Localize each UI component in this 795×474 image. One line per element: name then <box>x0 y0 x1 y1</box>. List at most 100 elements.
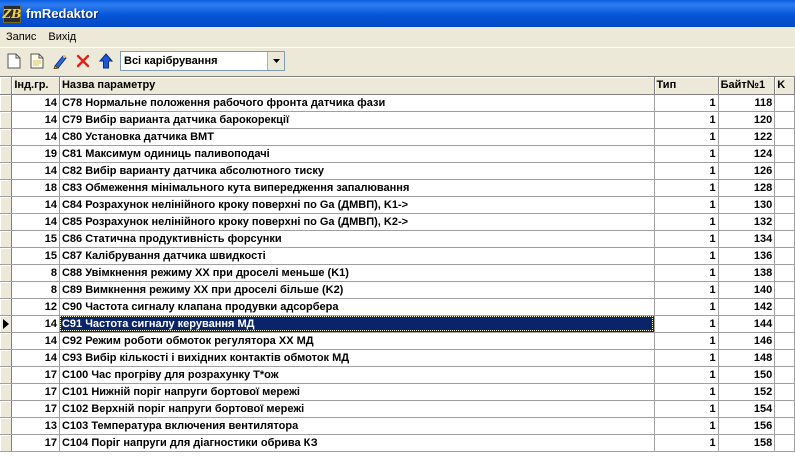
cell-k[interactable] <box>774 213 795 231</box>
new-record-button[interactable] <box>3 50 25 72</box>
combo-dropdown-button[interactable] <box>267 52 284 70</box>
cell-type[interactable]: 1 <box>654 400 719 418</box>
cell-name[interactable]: C92 Режим роботи обмоток регулятора ХХ М… <box>59 332 655 350</box>
cell-type[interactable]: 1 <box>654 162 719 180</box>
table-row[interactable]: 14 C93 Вибір кількості і вихідних контакт… <box>0 349 795 367</box>
cell-group[interactable]: 8 <box>11 281 60 299</box>
cell-k[interactable] <box>774 400 795 418</box>
cell-byte1[interactable]: 136 <box>718 247 776 265</box>
cell-group[interactable]: 15 <box>11 247 60 265</box>
cell-byte1[interactable]: 144 <box>718 315 776 333</box>
table-row[interactable]: 14 C85 Розрахунок нелінійного кроку повер… <box>0 213 795 231</box>
cell-type[interactable]: 1 <box>654 264 719 282</box>
table-row[interactable]: 15 C87 Калібрування датчика швидкості 1 136 <box>0 247 795 265</box>
cell-type[interactable]: 1 <box>654 213 719 231</box>
table-row[interactable]: 14 C80 Установка датчика ВМТ 1 122 <box>0 128 795 146</box>
cell-group[interactable]: 14 <box>11 111 60 129</box>
cell-type[interactable]: 1 <box>654 247 719 265</box>
cell-k[interactable] <box>774 298 795 316</box>
cell-k[interactable] <box>774 349 795 367</box>
cell-type[interactable]: 1 <box>654 281 719 299</box>
table-row[interactable]: 14 C82 Вибір варианту датчика абсолютного… <box>0 162 795 180</box>
cell-k[interactable] <box>774 434 795 452</box>
cell-byte1[interactable]: 154 <box>718 400 776 418</box>
cell-group[interactable]: 18 <box>11 179 60 197</box>
cell-group[interactable]: 17 <box>11 366 60 384</box>
table-row[interactable]: 13 C103 Температура включения вентилятора… <box>0 417 795 435</box>
cell-byte1[interactable]: 142 <box>718 298 776 316</box>
cell-byte1[interactable]: 146 <box>718 332 776 350</box>
menu-item-exit[interactable]: Вихід <box>42 31 82 43</box>
cell-byte1[interactable]: 150 <box>718 366 776 384</box>
cell-k[interactable] <box>774 417 795 435</box>
cell-name[interactable]: C91 Частота сигналу керування МД <box>59 315 655 333</box>
cell-group[interactable]: 14 <box>11 213 60 231</box>
cell-k[interactable] <box>774 315 795 333</box>
table-row[interactable]: 15 C86 Статична продуктивність форсунки 1 1… <box>0 230 795 248</box>
cell-type[interactable]: 1 <box>654 315 719 333</box>
column-header-byte1[interactable]: Байт№1 <box>718 77 776 95</box>
cell-name[interactable]: C88 Увімкнення режиму ХХ при дроселі мен… <box>59 264 655 282</box>
cell-group[interactable]: 8 <box>11 264 60 282</box>
cell-byte1[interactable]: 118 <box>718 94 776 112</box>
cell-name[interactable]: C93 Вибір кількості і вихідних контактів… <box>59 349 655 367</box>
cell-type[interactable]: 1 <box>654 94 719 112</box>
cell-byte1[interactable]: 132 <box>718 213 776 231</box>
cell-type[interactable]: 1 <box>654 298 719 316</box>
cell-byte1[interactable]: 158 <box>718 434 776 452</box>
table-row[interactable]: 14 C92 Режим роботи обмоток регулятора ХХ… <box>0 332 795 350</box>
cell-name[interactable]: C102 Верхній поріг напруги бортової мере… <box>59 400 655 418</box>
cell-type[interactable]: 1 <box>654 349 719 367</box>
cell-name[interactable]: C78 Нормальне положення рабочого фронта … <box>59 94 655 112</box>
cell-byte1[interactable]: 124 <box>718 145 776 163</box>
table-row[interactable]: 17 C101 Нижній поріг напруги бортової мер… <box>0 383 795 401</box>
cell-group[interactable]: 14 <box>11 162 60 180</box>
cell-k[interactable] <box>774 366 795 384</box>
table-row[interactable]: 8 C88 Увімкнення режиму ХХ при дроселі ме… <box>0 264 795 282</box>
cell-k[interactable] <box>774 264 795 282</box>
cell-byte1[interactable]: 138 <box>718 264 776 282</box>
cell-k[interactable] <box>774 179 795 197</box>
cell-group[interactable]: 14 <box>11 332 60 350</box>
cell-byte1[interactable]: 156 <box>718 417 776 435</box>
cell-k[interactable] <box>774 128 795 146</box>
table-row[interactable]: 17 C102 Верхній поріг напруги бортової ме… <box>0 400 795 418</box>
cell-name[interactable]: C100 Час прогріву для розрахунку T*ож <box>59 366 655 384</box>
cell-group[interactable]: 17 <box>11 383 60 401</box>
cell-name[interactable]: C82 Вибір варианту датчика абсолютного т… <box>59 162 655 180</box>
cell-type[interactable]: 1 <box>654 128 719 146</box>
cell-group[interactable]: 14 <box>11 196 60 214</box>
cell-name[interactable]: C85 Розрахунок нелінійного кроку поверхн… <box>59 213 655 231</box>
cell-name[interactable]: C103 Температура включения вентилятора <box>59 417 655 435</box>
cell-group[interactable]: 14 <box>11 315 60 333</box>
copy-record-button[interactable] <box>26 50 48 72</box>
cell-group[interactable]: 17 <box>11 400 60 418</box>
cell-byte1[interactable]: 120 <box>718 111 776 129</box>
table-row[interactable]: 12 C90 Частота сигналу клапана продувки а… <box>0 298 795 316</box>
cell-group[interactable]: 13 <box>11 417 60 435</box>
cell-k[interactable] <box>774 383 795 401</box>
table-row[interactable]: 17 C104 Поріг напруги для діагностики обр… <box>0 434 795 452</box>
cell-byte1[interactable]: 130 <box>718 196 776 214</box>
calibration-filter-select[interactable]: Всі карібрування <box>120 51 285 71</box>
cell-type[interactable]: 1 <box>654 434 719 452</box>
cell-name[interactable]: C79 Вибір варианта датчика барокорекції <box>59 111 655 129</box>
cell-name[interactable]: C81 Максимум одиниць паливоподачі <box>59 145 655 163</box>
column-header-name[interactable]: Назва параметру <box>59 77 655 95</box>
cell-type[interactable]: 1 <box>654 145 719 163</box>
cell-group[interactable]: 14 <box>11 128 60 146</box>
cell-name[interactable]: C87 Калібрування датчика швидкості <box>59 247 655 265</box>
cell-byte1[interactable]: 128 <box>718 179 776 197</box>
move-up-button[interactable] <box>95 50 117 72</box>
table-row[interactable]: 18 C83 Обмеження мінімального кута випере… <box>0 179 795 197</box>
cell-byte1[interactable]: 126 <box>718 162 776 180</box>
cell-k[interactable] <box>774 145 795 163</box>
cell-name[interactable]: C104 Поріг напруги для діагностики обрив… <box>59 434 655 452</box>
column-header-group[interactable]: Інд.гр. <box>11 77 60 95</box>
cell-group[interactable]: 17 <box>11 434 60 452</box>
cell-type[interactable]: 1 <box>654 230 719 248</box>
cell-group[interactable]: 14 <box>11 349 60 367</box>
cell-name[interactable]: C84 Розрахунок нелінійного кроку поверхн… <box>59 196 655 214</box>
table-row[interactable]: 14 C78 Нормальне положення рабочого фронт… <box>0 94 795 112</box>
table-row[interactable]: 14 C84 Розрахунок нелінійного кроку повер… <box>0 196 795 214</box>
